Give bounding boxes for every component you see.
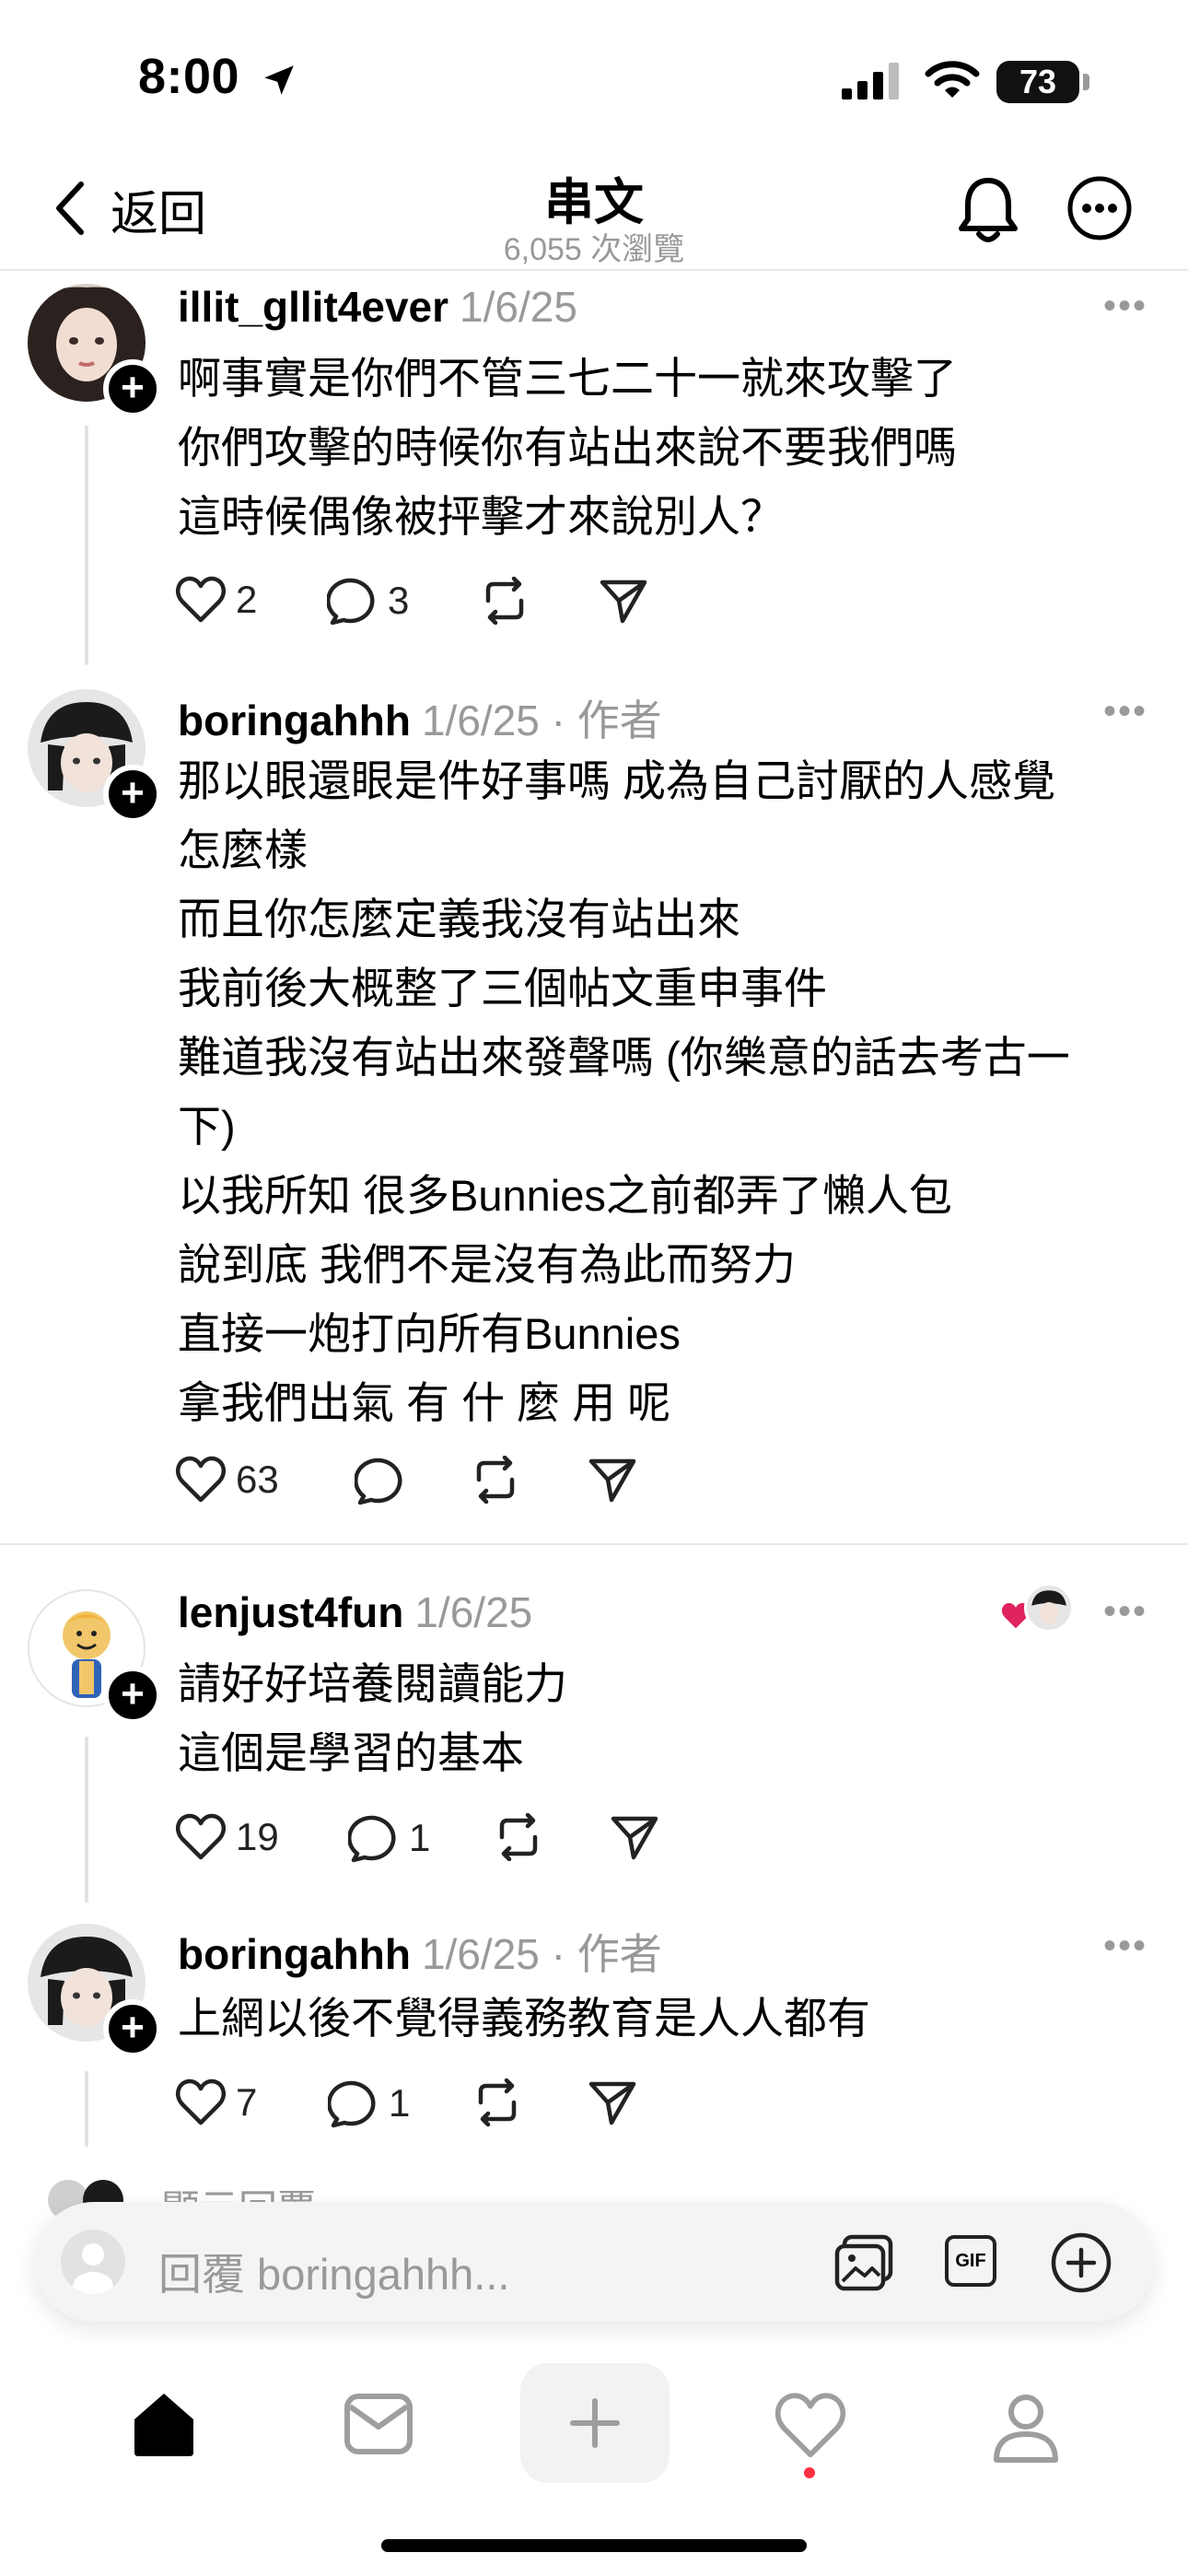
post-line: 難道我沒有站出來發聲嗎 (你樂意的話去考古一 bbox=[178, 1033, 1070, 1082]
reply-count: 1 bbox=[409, 1816, 431, 1859]
activity-heart-icon[interactable] bbox=[774, 2392, 847, 2460]
share-send-icon[interactable] bbox=[599, 577, 648, 625]
heart-icon bbox=[175, 1456, 227, 1503]
share-send-icon[interactable] bbox=[610, 1813, 659, 1861]
post-line: 直接一炮打向所有Bunnies bbox=[178, 1309, 681, 1358]
post-meta: illit_gllit4ever 1/6/25 bbox=[178, 282, 577, 332]
post-date: 1/6/25 bbox=[421, 1930, 540, 1978]
gif-icon[interactable]: GIF bbox=[945, 2235, 996, 2287]
like-count: 19 bbox=[236, 1815, 279, 1858]
post-body: 請好好培養閱讀能力 這個是學習的基本 bbox=[178, 1649, 1136, 1787]
follow-plus-icon[interactable]: + bbox=[103, 1999, 162, 2058]
gallery-icon[interactable] bbox=[833, 2233, 896, 2292]
header-divider bbox=[0, 269, 1188, 271]
post-line: 而且你怎麼定義我沒有站出來 bbox=[178, 895, 740, 943]
post-line: 請好好培養閱讀能力 bbox=[178, 1659, 567, 1708]
post-more-icon[interactable]: ••• bbox=[1103, 1591, 1147, 1633]
share-send-icon[interactable] bbox=[588, 2078, 637, 2126]
thread-line bbox=[85, 426, 88, 665]
repost-icon[interactable] bbox=[493, 1813, 544, 1861]
post-meta: lenjust4fun 1/6/25 bbox=[178, 1587, 532, 1637]
post-line: 這個是學習的基本 bbox=[178, 1728, 524, 1777]
post-line: 啊事實是你們不管三七二十一就來攻擊了 bbox=[178, 354, 957, 403]
post-line: 說到底 我們不是沒有為此而努力 bbox=[178, 1240, 797, 1289]
repost-icon[interactable] bbox=[470, 1456, 521, 1504]
like-count: 2 bbox=[236, 578, 258, 621]
thread-line bbox=[85, 1737, 88, 1903]
reply-button[interactable]: 1 bbox=[348, 1813, 430, 1863]
username[interactable]: boringahhh bbox=[178, 1930, 411, 1978]
post-body: 啊事實是你們不管三七二十一就來攻擊了 你們攻擊的時候你有站出來說不要我們嗎 這時… bbox=[178, 344, 1136, 551]
follow-plus-icon[interactable]: + bbox=[103, 359, 162, 418]
comment-icon bbox=[328, 2080, 376, 2128]
like-button[interactable]: 19 bbox=[175, 1813, 279, 1861]
post-line: 那以眼還眼是件好事嗎 成為自己討厭的人感覺 bbox=[178, 756, 1056, 805]
cellular-signal-icon bbox=[842, 63, 899, 100]
profile-icon[interactable] bbox=[987, 2390, 1065, 2467]
battery-indicator: 73 bbox=[996, 61, 1079, 103]
reply-button[interactable]: 3 bbox=[327, 576, 409, 626]
like-button[interactable]: 7 bbox=[175, 2078, 257, 2126]
post-more-icon[interactable]: ••• bbox=[1103, 691, 1147, 732]
location-arrow-icon bbox=[264, 65, 294, 95]
inbox-icon[interactable] bbox=[343, 2392, 414, 2456]
more-options-icon[interactable] bbox=[1066, 175, 1133, 241]
like-button[interactable]: 63 bbox=[175, 1456, 279, 1504]
thread-divider bbox=[0, 1543, 1188, 1545]
post-meta: boringahhh 1/6/25 · 作者 bbox=[178, 1921, 662, 1982]
author-avatar-small bbox=[1024, 1583, 1074, 1633]
heart-icon bbox=[175, 576, 227, 623]
heart-icon bbox=[175, 1813, 227, 1860]
heart-icon bbox=[175, 2078, 227, 2125]
share-send-icon[interactable] bbox=[588, 1456, 637, 1504]
like-count: 7 bbox=[236, 2080, 258, 2124]
comment-icon bbox=[327, 578, 375, 626]
status-time: 8:00 bbox=[138, 49, 240, 104]
username[interactable]: boringahhh bbox=[178, 697, 411, 744]
post-body: 上網以後不覺得義務教育是人人都有 bbox=[178, 1984, 1136, 2053]
post-line: 這時候偶像被抨擊才來說別人？ bbox=[178, 492, 784, 541]
reply-input[interactable]: 回覆 boringahhh... bbox=[158, 2239, 509, 2302]
wifi-icon bbox=[925, 61, 980, 98]
post-date: 1/6/25 bbox=[421, 697, 540, 744]
post-line: 我前後大概整了三個帖文重申事件 bbox=[178, 964, 827, 1013]
author-label: · 作者 bbox=[539, 697, 662, 744]
post-meta: boringahhh 1/6/25 · 作者 bbox=[178, 687, 662, 748]
plus-icon bbox=[570, 2398, 620, 2448]
post-line: 拿我們出氣 有 什 麼 用 呢 bbox=[178, 1378, 671, 1427]
follow-plus-icon[interactable]: + bbox=[103, 1666, 162, 1725]
home-indicator bbox=[381, 2539, 807, 2552]
post-line: 怎麼樣 bbox=[178, 825, 308, 874]
repost-icon[interactable] bbox=[472, 2078, 523, 2126]
user-avatar-placeholder bbox=[61, 2230, 125, 2294]
like-count: 63 bbox=[236, 1458, 279, 1501]
post-more-icon[interactable]: ••• bbox=[1103, 286, 1147, 327]
thread-line bbox=[85, 2071, 88, 2147]
username[interactable]: lenjust4fun bbox=[178, 1588, 403, 1636]
reply-button[interactable] bbox=[355, 1456, 406, 1505]
post-body: 那以眼還眼是件好事嗎 成為自己討厭的人感覺 怎麼樣 而且你怎麼定義我沒有站出來 … bbox=[178, 746, 1136, 1437]
comment-icon bbox=[355, 1458, 402, 1505]
follow-plus-icon[interactable]: + bbox=[103, 765, 162, 824]
comment-icon bbox=[348, 1815, 396, 1863]
notification-dot bbox=[804, 2467, 815, 2478]
bell-icon[interactable] bbox=[956, 173, 1020, 247]
like-button[interactable]: 2 bbox=[175, 576, 257, 624]
post-line: 你們攻擊的時候你有站出來說不要我們嗎 bbox=[178, 423, 957, 472]
add-circle-icon[interactable] bbox=[1050, 2231, 1112, 2294]
reply-button[interactable]: 1 bbox=[328, 2078, 410, 2128]
post-more-icon[interactable]: ••• bbox=[1103, 1926, 1147, 1967]
post-date: 1/6/25 bbox=[460, 283, 577, 331]
repost-icon[interactable] bbox=[479, 577, 530, 625]
post-date: 1/6/25 bbox=[414, 1588, 533, 1636]
post-line: 上網以後不覺得義務教育是人人都有 bbox=[178, 1994, 870, 2043]
battery-cap bbox=[1083, 74, 1089, 90]
username[interactable]: illit_gllit4ever bbox=[178, 283, 448, 331]
post-line: 下) bbox=[178, 1102, 236, 1151]
reply-count: 3 bbox=[388, 579, 410, 622]
home-icon[interactable] bbox=[127, 2390, 201, 2460]
reply-count: 1 bbox=[389, 2081, 411, 2125]
author-label: · 作者 bbox=[539, 1930, 662, 1978]
post-line: 以我所知 很多Bunnies之前都弄了懶人包 bbox=[178, 1171, 952, 1220]
